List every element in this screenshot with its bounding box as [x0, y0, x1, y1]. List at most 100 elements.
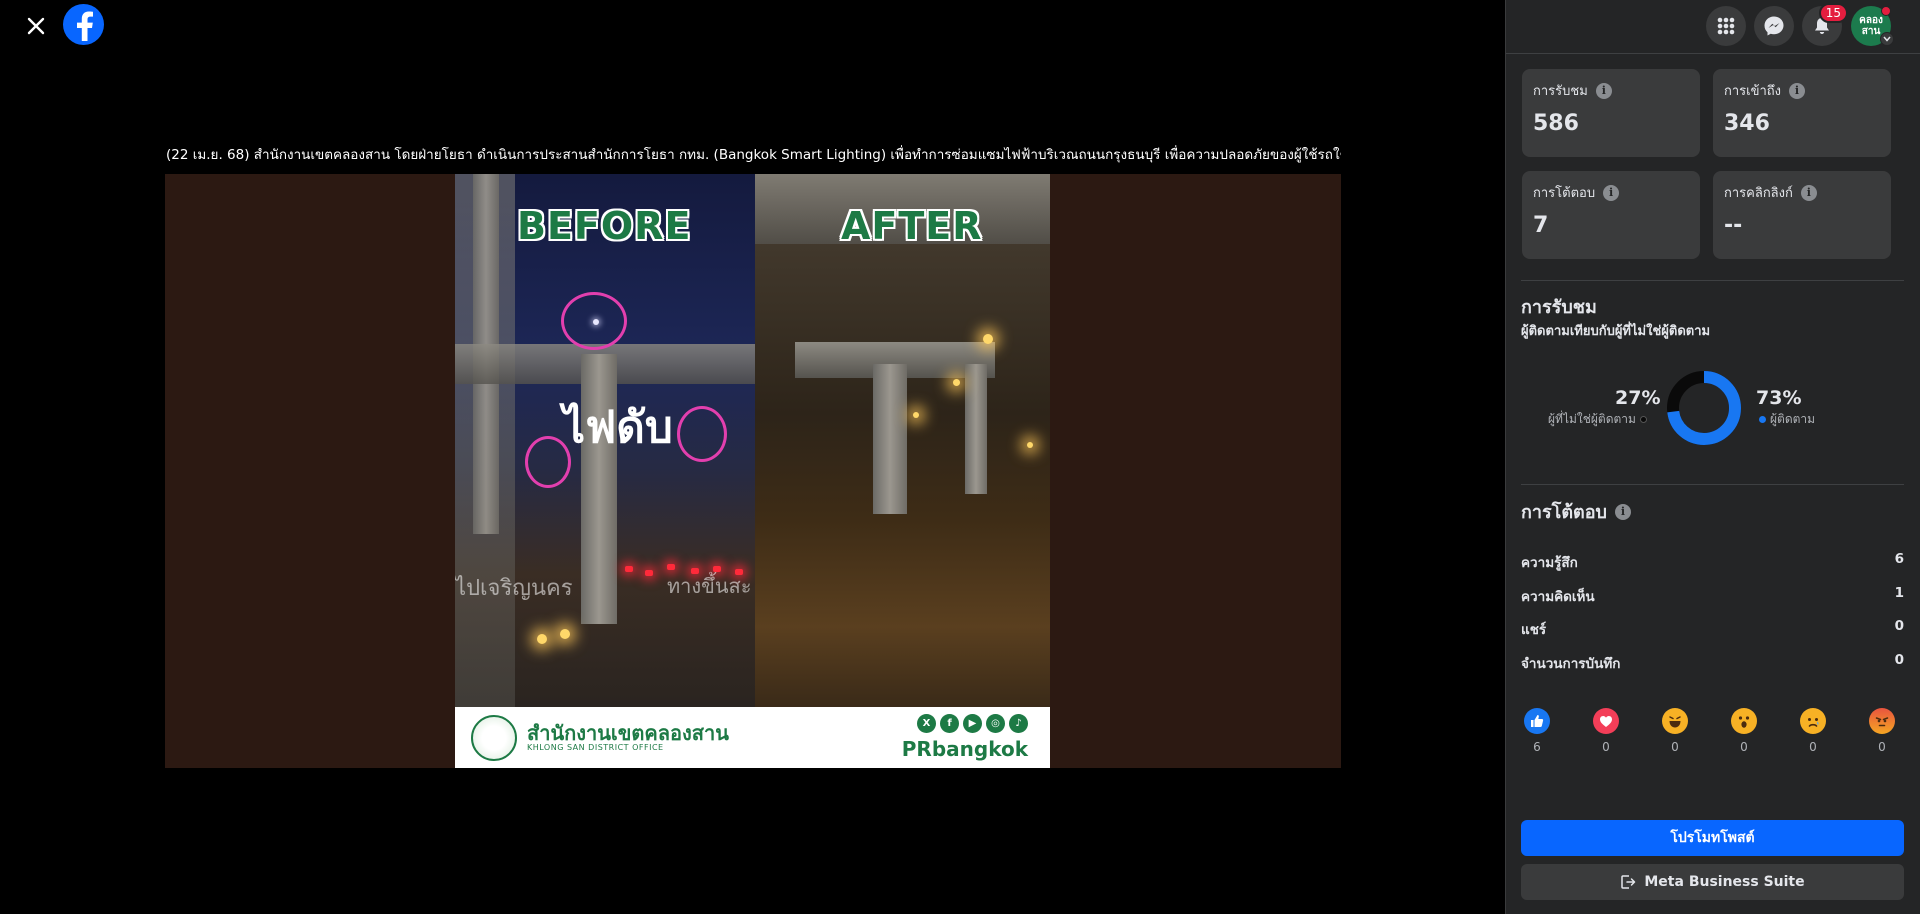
- district-seal-icon: [471, 715, 517, 761]
- avatar-text-line2: สาน: [1861, 26, 1881, 37]
- facebook-logo[interactable]: [63, 4, 104, 45]
- office-name-en: KHLONG SAN DISTRICT OFFICE: [527, 743, 664, 752]
- metric-label: ความคิดเห็น: [1521, 589, 1595, 605]
- stat-value: --: [1724, 213, 1743, 238]
- reaction-count: 0: [1602, 740, 1610, 754]
- wow-icon: [1731, 708, 1757, 734]
- facebook-icon: f: [940, 714, 959, 733]
- non-followers-dot: [1639, 416, 1647, 423]
- followers-legend: ผู้ติดตาม: [1759, 410, 1815, 429]
- direction-sign-right: ทางขึ้นสะ: [667, 574, 752, 598]
- metric-label: แชร์: [1521, 622, 1547, 638]
- divider: [1521, 484, 1904, 485]
- stat-value: 7: [1533, 213, 1549, 238]
- account-menu-chevron[interactable]: [1880, 32, 1894, 46]
- promote-post-label: โปรโมทโพสต์: [1670, 830, 1755, 846]
- reaction-like: 6: [1523, 708, 1551, 754]
- interactions-section-title: การโต้ตอบ i: [1521, 497, 1631, 526]
- chevron-down-icon: [1883, 36, 1891, 42]
- metric-row-saves: จำนวนการบันทึก 0: [1521, 652, 1904, 672]
- info-icon[interactable]: i: [1603, 184, 1620, 201]
- external-link-icon: [1621, 875, 1636, 889]
- social-icons: X f ▶ ◎ ♪: [917, 714, 1028, 733]
- photo-viewer: (22 เม.ย. 68) สำนักงานเขตคลองสาน โดยฝ่าย…: [0, 0, 1505, 914]
- views-section-subtitle: ผู้ติดตามเทียบกับผู้ที่ไม่ใช่ผู้ติดตาม: [1521, 324, 1711, 339]
- instagram-icon: ◎: [986, 714, 1005, 733]
- stat-label: การคลิกลิงก์: [1724, 186, 1793, 201]
- non-followers-legend: ผู้ที่ไม่ใช่ผู้ติดตาม: [1548, 410, 1647, 429]
- avatar-text: คลอง สาน: [1859, 15, 1883, 37]
- post-caption: (22 เม.ย. 68) สำนักงานเขตคลองสาน โดยฝ่าย…: [166, 147, 1341, 163]
- lights-out-text: ไฟดับ: [563, 402, 673, 453]
- reaction-count: 0: [1671, 740, 1679, 754]
- promote-post-button[interactable]: โปรโมทโพสต์: [1521, 820, 1904, 856]
- meta-business-suite-label: Meta Business Suite: [1644, 874, 1805, 890]
- reaction-count: 0: [1878, 740, 1886, 754]
- close-viewer-button[interactable]: [18, 8, 54, 44]
- grid-menu-icon: [1717, 17, 1735, 35]
- metric-value: 0: [1894, 618, 1904, 634]
- notification-badge: 15: [1818, 3, 1848, 23]
- stat-value: 586: [1533, 111, 1579, 136]
- metric-row-reactions: ความรู้สึก 6: [1521, 551, 1904, 571]
- followers-dot: [1759, 416, 1766, 423]
- followers-label: ผู้ติดตาม: [1770, 412, 1816, 426]
- metric-value: 1: [1894, 585, 1904, 601]
- stat-label: การโต้ตอบ: [1533, 186, 1596, 201]
- after-label: AFTER: [841, 204, 983, 248]
- messenger-icon: [1764, 16, 1784, 36]
- like-icon: [1524, 708, 1550, 734]
- x-icon: X: [917, 714, 936, 733]
- haha-icon: [1662, 708, 1688, 734]
- post-photo[interactable]: BEFORE ไฟดับ ไปเจริญนคร ทางขึ้นสะ AFTER: [455, 174, 1050, 768]
- non-followers-label: ผู้ที่ไม่ใช่ผู้ติดตาม: [1548, 412, 1636, 426]
- metric-label: จำนวนการบันทึก: [1521, 656, 1621, 672]
- reaction-sad: 0: [1799, 708, 1827, 754]
- info-icon[interactable]: i: [1614, 503, 1631, 520]
- info-icon[interactable]: i: [1800, 184, 1817, 201]
- followers-percent: 73%: [1756, 387, 1802, 409]
- info-icon[interactable]: i: [1595, 82, 1612, 99]
- social-handle: PRbangkok: [901, 737, 1028, 761]
- metric-row-comments: ความคิดเห็น 1: [1521, 585, 1904, 605]
- divider: [1521, 280, 1904, 281]
- facebook-f-icon: [76, 11, 93, 41]
- reaction-haha: 0: [1661, 708, 1689, 754]
- metric-value: 0: [1894, 652, 1904, 668]
- stat-card-views: การรับชม i 586: [1522, 69, 1700, 157]
- messenger-button[interactable]: [1754, 6, 1794, 46]
- sad-icon: [1800, 708, 1826, 734]
- insights-panel: 15 คลอง สาน การรับชม i 586 การเข้าถึง i 34…: [1505, 0, 1920, 914]
- highlight-circle: [561, 292, 627, 350]
- reaction-angry: 0: [1868, 708, 1896, 754]
- stat-label: การรับชม: [1533, 84, 1588, 99]
- tiktok-icon: ♪: [1009, 714, 1028, 733]
- metric-value: 6: [1894, 551, 1904, 567]
- meta-business-suite-button[interactable]: Meta Business Suite: [1521, 864, 1904, 900]
- love-icon: [1593, 708, 1619, 734]
- angry-icon: [1869, 708, 1895, 734]
- followers-donut-chart: [1667, 371, 1741, 445]
- non-followers-percent: 27%: [1615, 387, 1661, 409]
- notifications-button[interactable]: 15: [1802, 3, 1848, 46]
- close-icon: [27, 17, 45, 35]
- stat-card-interactions: การโต้ตอบ i 7: [1522, 171, 1700, 259]
- info-icon[interactable]: i: [1789, 82, 1806, 99]
- post-image-stage: BEFORE ไฟดับ ไปเจริญนคร ทางขึ้นสะ AFTER: [165, 174, 1341, 768]
- top-bar: 15 คลอง สาน: [1506, 0, 1920, 54]
- menu-button[interactable]: [1706, 6, 1746, 46]
- views-section-title: การรับชม: [1521, 297, 1597, 318]
- metric-label: ความรู้สึก: [1521, 555, 1578, 571]
- reaction-love: 0: [1592, 708, 1620, 754]
- reaction-count: 0: [1740, 740, 1748, 754]
- highlight-circle: [677, 406, 727, 462]
- reaction-wow: 0: [1730, 708, 1758, 754]
- before-label: BEFORE: [517, 204, 692, 248]
- metric-row-shares: แชร์ 0: [1521, 618, 1904, 638]
- interactions-title-text: การโต้ตอบ: [1521, 502, 1607, 523]
- avatar-status-dot: [1881, 6, 1891, 16]
- image-footer-band: สำนักงานเขตคลองสาน KHLONG SAN DISTRICT O…: [455, 707, 1050, 768]
- youtube-icon: ▶: [963, 714, 982, 733]
- direction-sign-left: ไปเจริญนคร: [455, 576, 573, 601]
- after-photo: AFTER: [755, 174, 1050, 707]
